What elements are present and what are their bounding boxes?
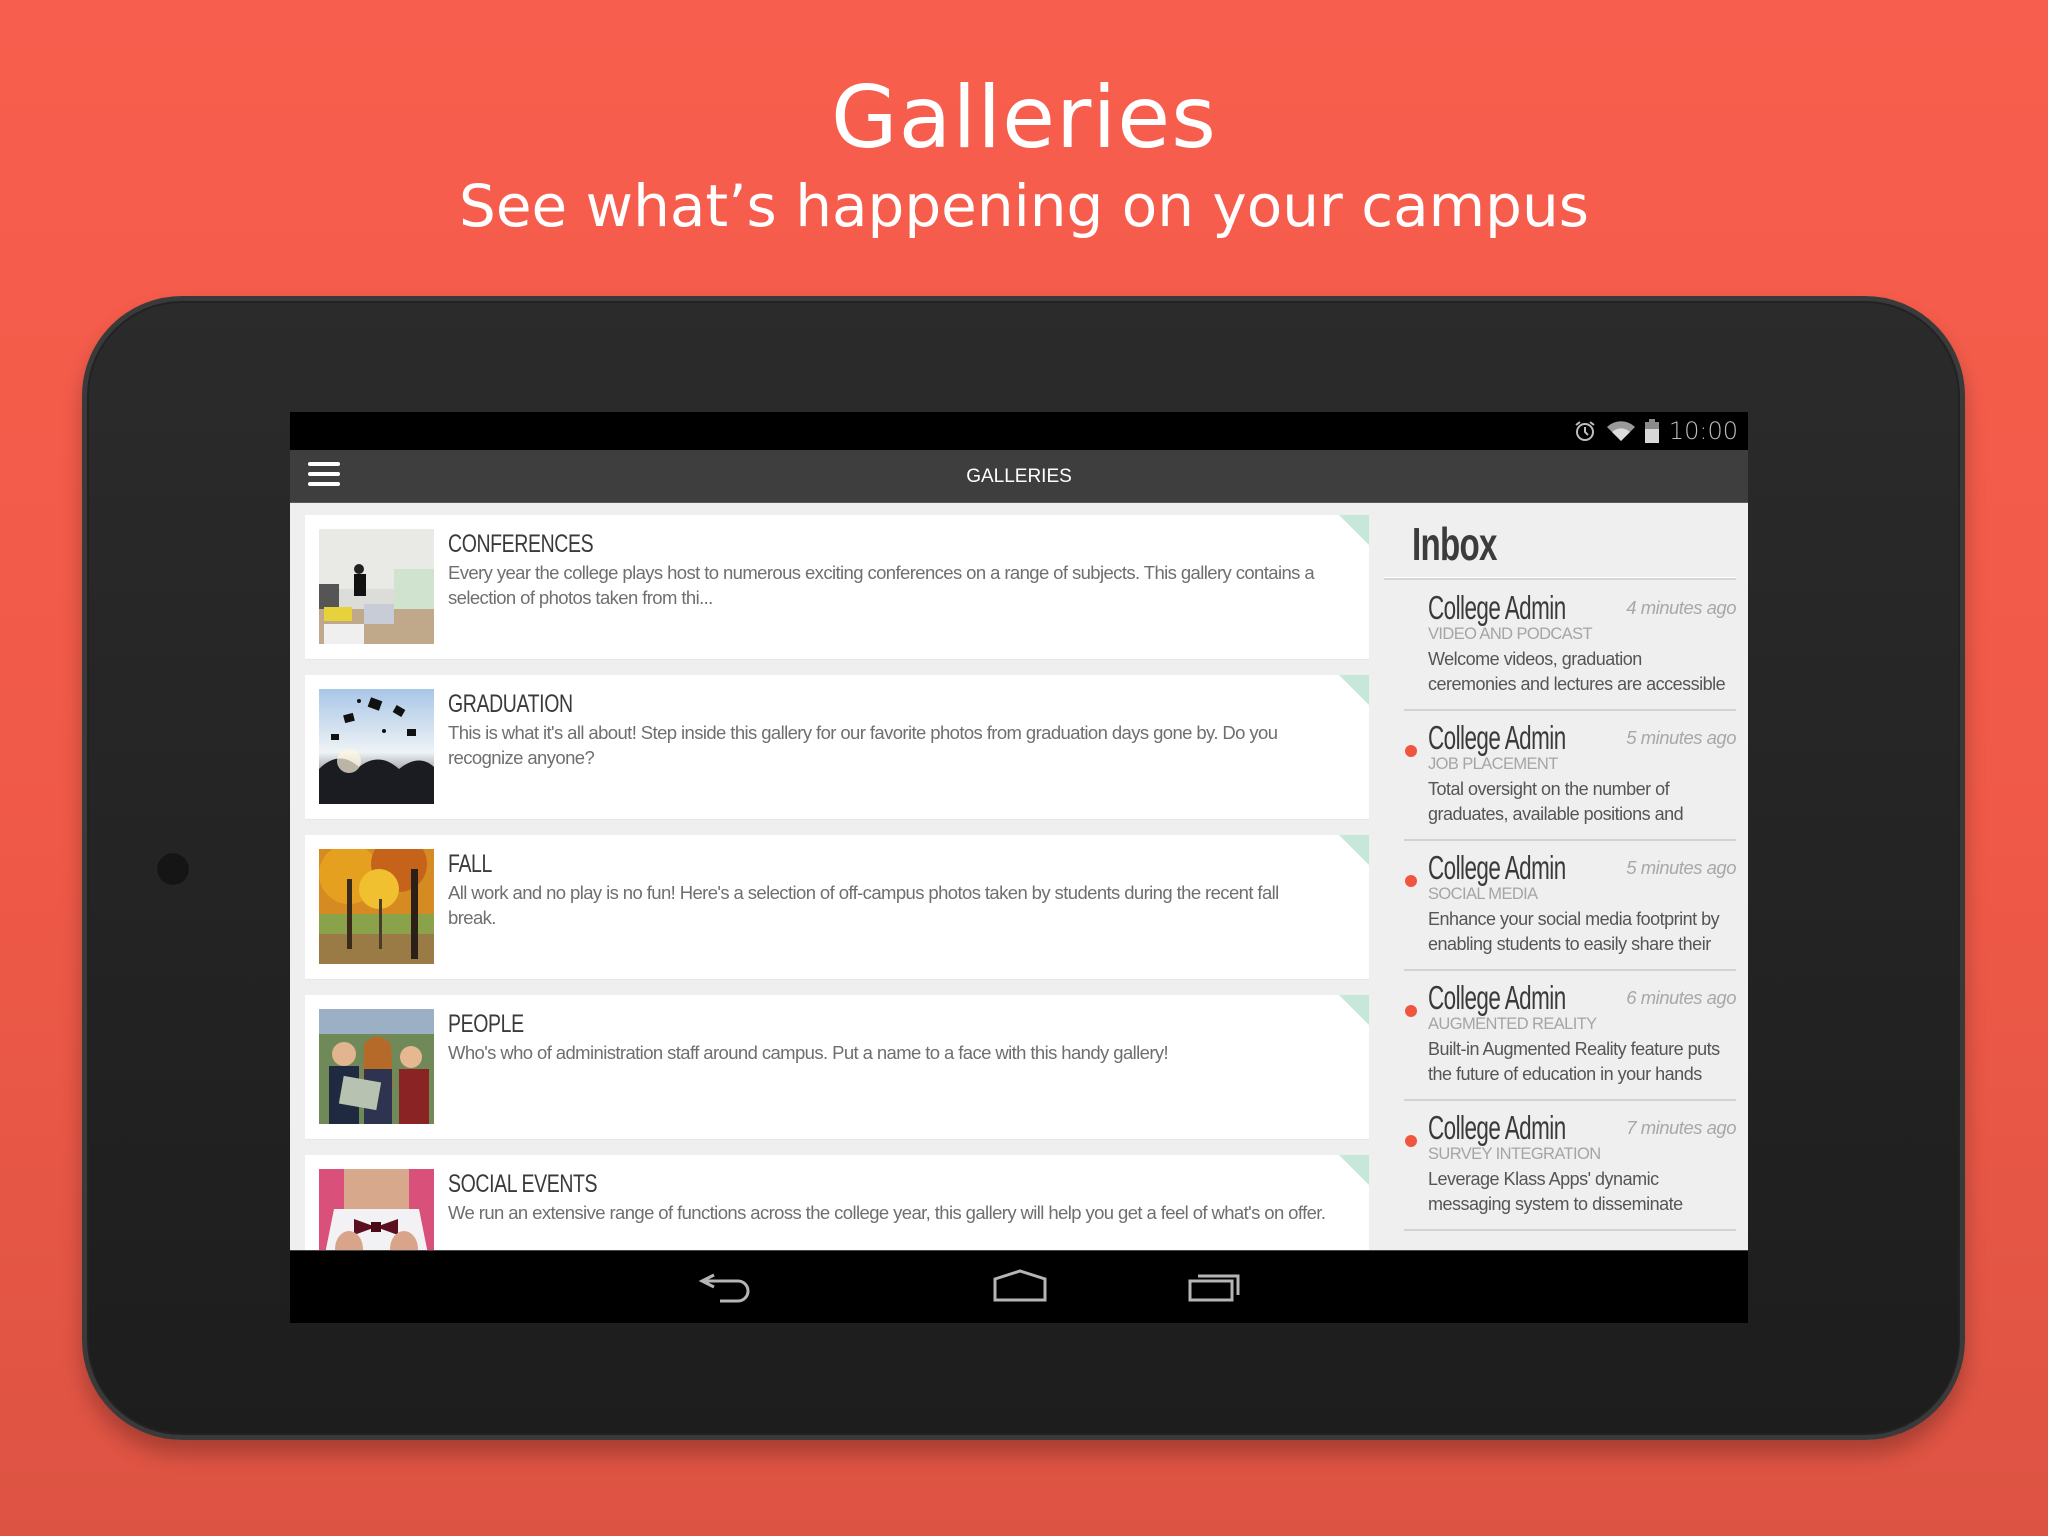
gallery-card-social-events[interactable]: SOCIAL EVENTS We run an extensive range …	[305, 1155, 1369, 1250]
app-bar: GALLERIES	[290, 450, 1748, 503]
system-nav-bar	[290, 1250, 1748, 1323]
message-category: SOCIAL MEDIA	[1428, 885, 1538, 903]
message-time: 6 minutes ago	[1626, 987, 1736, 1008]
gallery-card-people[interactable]: PEOPLE Who's who of administration staff…	[305, 995, 1369, 1139]
gallery-description: We run an extensive range of functions a…	[448, 1202, 1326, 1223]
status-bar: 10:00	[290, 412, 1748, 450]
gallery-card-conferences[interactable]: CONFERENCES Every year the college plays…	[305, 515, 1369, 659]
card-corner-marker	[1339, 515, 1369, 545]
gallery-card-fall[interactable]: FALL All work and no play is no fun! Her…	[305, 835, 1369, 979]
battery-icon	[1644, 419, 1659, 443]
message-time: 5 minutes ago	[1626, 857, 1736, 878]
gallery-title: CONFERENCES	[448, 530, 594, 558]
inbox-list: College Admin 4 minutes ago VIDEO AND PO…	[1384, 581, 1748, 1231]
unread-dot-icon	[1405, 1005, 1417, 1017]
status-time: 10:00	[1668, 417, 1738, 445]
message-preview: Welcome videos, graduation ceremonies an…	[1428, 649, 1726, 694]
gallery-list: CONFERENCES Every year the college plays…	[305, 515, 1369, 1250]
gallery-card-graduation[interactable]: GRADUATION This is what it's all about! …	[305, 675, 1369, 819]
back-icon[interactable]	[698, 1269, 752, 1308]
gallery-description: Every year the college plays host to num…	[448, 562, 1315, 608]
gallery-title: FALL	[448, 850, 492, 878]
divider	[1384, 577, 1736, 580]
social-events-photo	[319, 1169, 434, 1250]
people-photo	[319, 1009, 434, 1124]
unread-dot-icon	[1405, 745, 1417, 757]
card-corner-marker	[1339, 835, 1369, 865]
conference-photo	[319, 529, 434, 644]
card-corner-marker	[1339, 1155, 1369, 1185]
message-preview: Enhance your social media footprint by e…	[1428, 909, 1720, 954]
message-time: 5 minutes ago	[1626, 727, 1736, 748]
message-preview: Leverage Klass Apps' dynamic messaging s…	[1428, 1169, 1683, 1214]
gallery-description: All work and no play is no fun! Here's a…	[448, 882, 1279, 928]
inbox-message[interactable]: College Admin 5 minutes ago JOB PLACEMEN…	[1384, 711, 1748, 841]
alarm-icon	[1573, 419, 1597, 443]
promo-subtitle: See what’s happening on your campus	[459, 172, 1589, 240]
message-category: VIDEO AND PODCAST	[1428, 625, 1593, 643]
camera-icon	[157, 853, 189, 885]
fall-photo	[319, 849, 434, 964]
message-preview: Built-in Augmented Reality feature puts …	[1428, 1039, 1720, 1084]
message-sender: College Admin	[1428, 1109, 1566, 1146]
message-sender: College Admin	[1428, 589, 1566, 626]
message-category: SURVEY INTEGRATION	[1428, 1145, 1601, 1163]
content-area: CONFERENCES Every year the college plays…	[290, 503, 1748, 1250]
home-icon[interactable]	[992, 1269, 1048, 1308]
message-sender: College Admin	[1428, 719, 1566, 756]
recent-apps-icon[interactable]	[1188, 1269, 1242, 1308]
gallery-title: PEOPLE	[448, 1010, 524, 1038]
inbox-message[interactable]: College Admin 7 minutes ago SURVEY INTEG…	[1384, 1101, 1748, 1231]
inbox-message[interactable]: College Admin 5 minutes ago SOCIAL MEDIA…	[1384, 841, 1748, 971]
app-bar-title: GALLERIES	[966, 466, 1072, 487]
message-preview: Total oversight on the number of graduat…	[1428, 779, 1684, 824]
promo-title: Galleries	[830, 68, 1217, 168]
graduation-photo	[319, 689, 434, 804]
message-sender: College Admin	[1428, 849, 1566, 886]
gallery-description: Who's who of administration staff around…	[448, 1042, 1169, 1063]
wifi-icon	[1606, 420, 1635, 442]
unread-dot-icon	[1405, 1135, 1417, 1147]
unread-dot-icon	[1405, 875, 1417, 887]
gallery-description: This is what it's all about! Step inside…	[448, 722, 1278, 768]
inbox-title: Inbox	[1412, 518, 1497, 570]
message-category: AUGMENTED REALITY	[1428, 1015, 1597, 1033]
inbox-message[interactable]: College Admin 4 minutes ago VIDEO AND PO…	[1384, 581, 1748, 711]
message-sender: College Admin	[1428, 979, 1566, 1016]
message-time: 7 minutes ago	[1626, 1117, 1736, 1138]
tablet-screen: 10:00 GALLERIES CONFERENCES Every year t…	[290, 412, 1748, 1323]
gallery-title: SOCIAL EVENTS	[448, 1170, 598, 1198]
card-corner-marker	[1339, 675, 1369, 705]
inbox-message[interactable]: College Admin 6 minutes ago AUGMENTED RE…	[1384, 971, 1748, 1101]
message-time: 4 minutes ago	[1626, 597, 1736, 618]
gallery-title: GRADUATION	[448, 690, 573, 718]
card-corner-marker	[1339, 995, 1369, 1025]
divider	[1404, 1229, 1736, 1231]
message-category: JOB PLACEMENT	[1428, 755, 1558, 773]
inbox-panel: Inbox College Admin 4 minutes ago VIDEO …	[1384, 503, 1748, 1250]
